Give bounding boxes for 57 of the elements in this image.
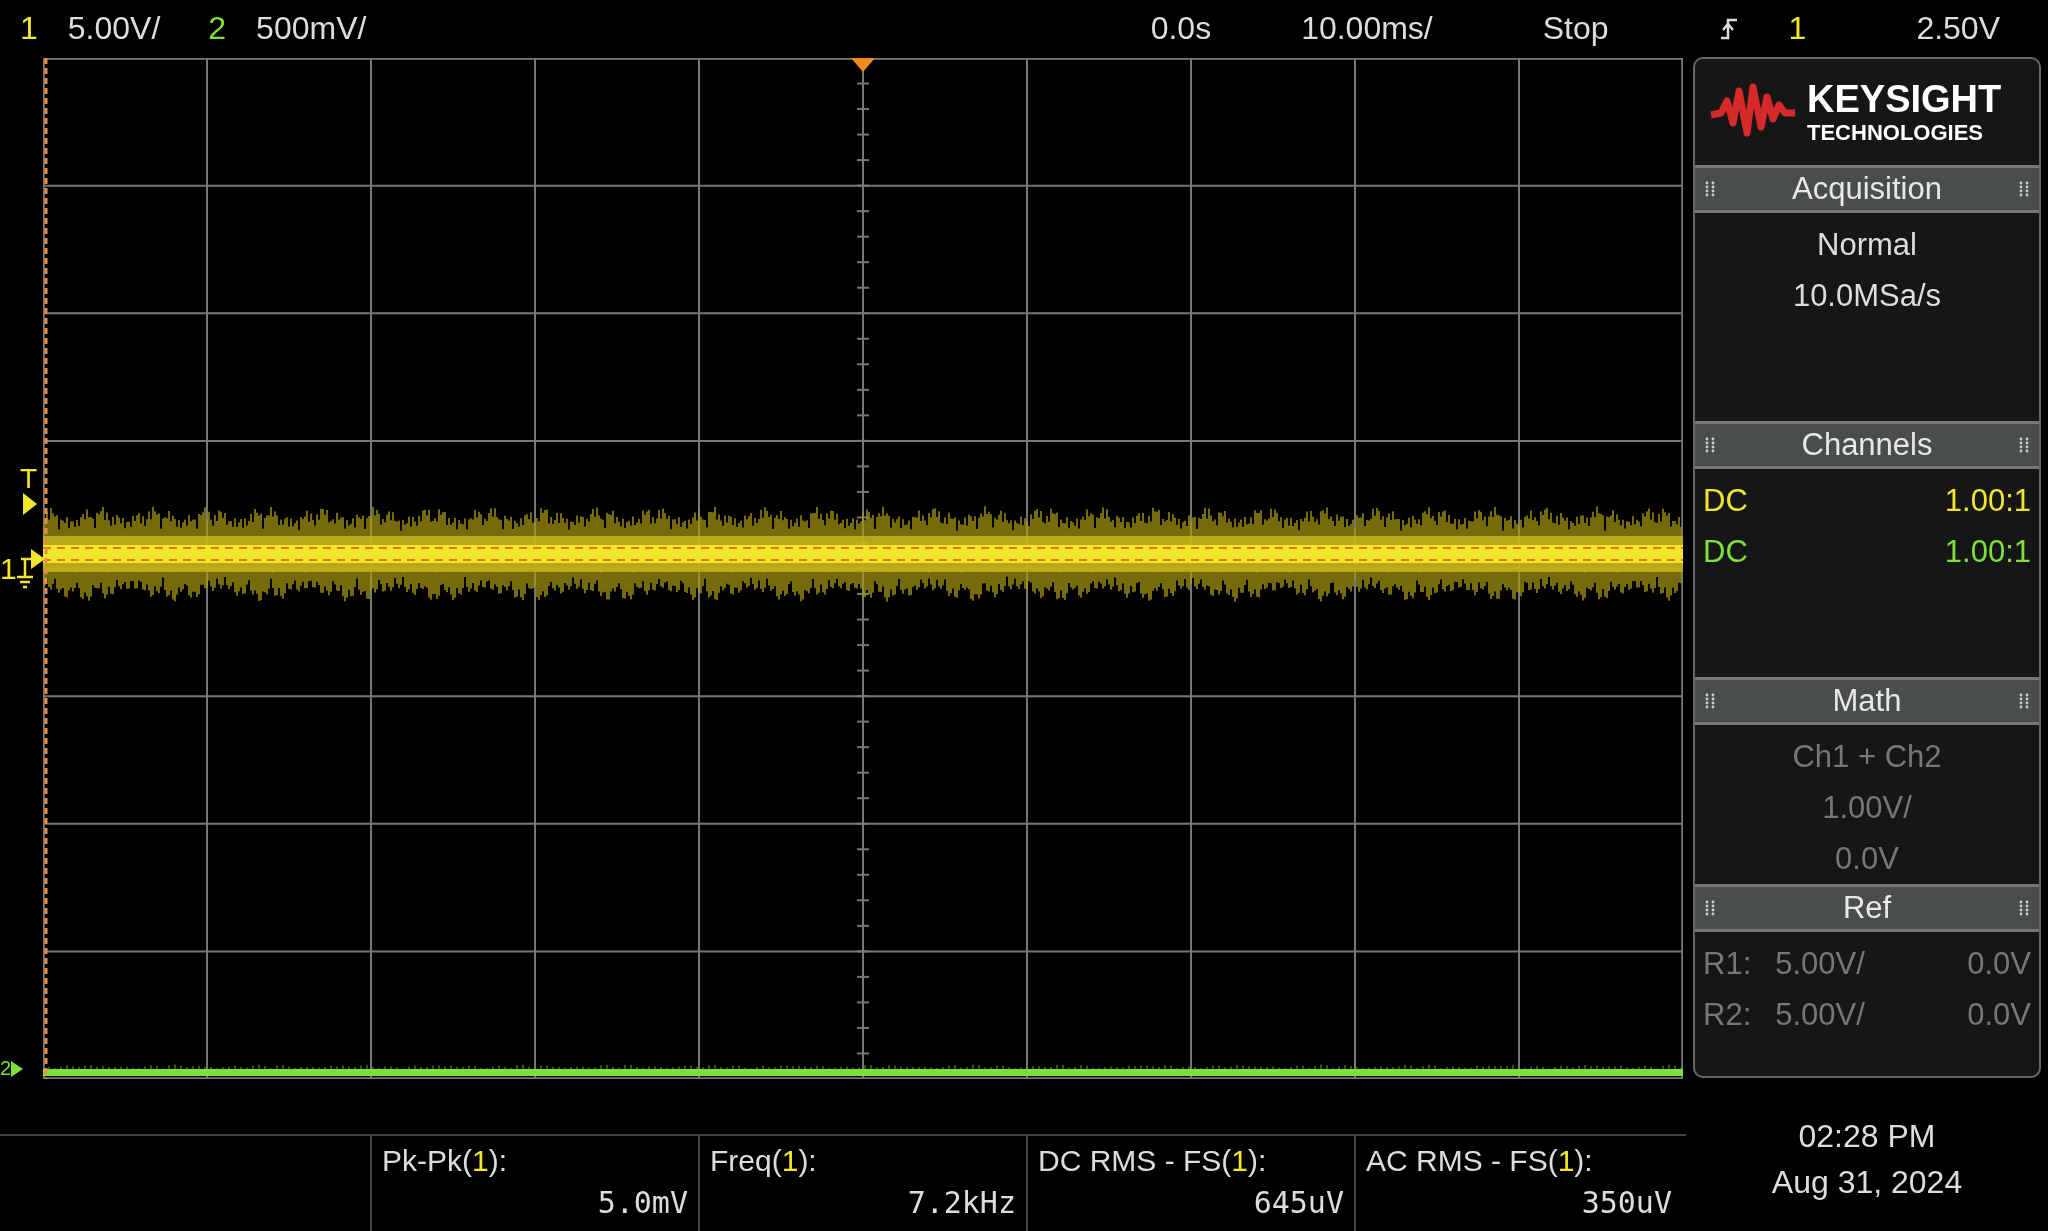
ref-name: R2:	[1703, 996, 1752, 1034]
grip-icon	[1705, 181, 1715, 197]
trigger-source: 1	[1788, 10, 1807, 47]
grip-icon	[1705, 900, 1715, 916]
measurement-label: Freq(1):	[710, 1143, 818, 1179]
section-title: Math	[1832, 683, 1902, 719]
measurement-label: Pk-Pk(1):	[382, 1143, 508, 1179]
grip-icon	[2019, 900, 2029, 916]
clock-time: 02:28 PM	[1798, 1116, 1936, 1156]
ref-offset: 0.0V	[1967, 996, 2031, 1034]
measurement-value: 350uV	[1581, 1184, 1672, 1222]
grip-icon	[2019, 181, 2029, 197]
probe-ratio: 1.00:1	[1944, 482, 2031, 520]
grip-icon	[2019, 437, 2029, 453]
measurement-value: 645uV	[1253, 1184, 1344, 1222]
section-header[interactable]: Channels	[1695, 421, 2039, 469]
vertical-scale: 500mV/	[256, 10, 367, 47]
setting-value: Ch1 + Ch2	[1792, 738, 1942, 776]
section-title: Channels	[1801, 427, 1933, 463]
marker-arrow-icon	[23, 493, 38, 515]
measurement-label: AC RMS - FS(1):	[1366, 1143, 1594, 1179]
ref-name: R1:	[1703, 945, 1752, 983]
ref-offset: 0.0V	[1967, 945, 2031, 983]
trigger-position-icon	[851, 58, 875, 72]
channel-number: 2	[208, 10, 227, 47]
timebase: 10.00ms/	[1301, 10, 1433, 47]
grip-icon	[1705, 437, 1715, 453]
setting-value: 1.00V/	[1822, 789, 1912, 827]
trigger-level: 2.50V	[1916, 10, 2000, 47]
coupling: DC	[1703, 533, 1748, 571]
measurement-value: 7.2kHz	[907, 1184, 1016, 1222]
ref-scale: 5.00V/	[1775, 996, 1865, 1034]
section-title: Ref	[1842, 890, 1892, 926]
trigger-level-label: T	[20, 465, 38, 493]
grip-icon	[2019, 693, 2029, 709]
brand-subtitle: TECHNOLOGIES	[1807, 122, 1984, 144]
measurement-label: DC RMS - FS(1):	[1038, 1143, 1268, 1179]
ref-scale: 5.00V/	[1775, 945, 1865, 983]
setting-value: 0.0V	[1835, 840, 1899, 878]
channel-marker-label: 1	[0, 552, 17, 586]
section-header[interactable]: Acquisition	[1695, 165, 2039, 213]
setting-value: Normal	[1817, 226, 1917, 264]
brand-name: KEYSIGHT	[1807, 80, 2002, 118]
grip-icon	[1705, 693, 1715, 709]
setting-value: 10.0MSa/s	[1792, 277, 1942, 315]
vertical-scale: 5.00V/	[67, 10, 161, 47]
clock-date: Aug 31, 2024	[1771, 1162, 1963, 1202]
measurement-value: 5.0mV	[597, 1184, 688, 1222]
time-delay: 0.0s	[1150, 10, 1212, 47]
marker-arrow-icon	[11, 1060, 24, 1077]
channel-number: 1	[20, 10, 38, 47]
section-title: Acquisition	[1792, 171, 1942, 207]
run-state: Stop	[1542, 10, 1609, 47]
probe-ratio: 1.00:1	[1944, 533, 2031, 571]
channel-marker-label: 2	[0, 1057, 12, 1080]
ground-arrow-icon	[16, 549, 47, 589]
coupling: DC	[1703, 482, 1748, 520]
